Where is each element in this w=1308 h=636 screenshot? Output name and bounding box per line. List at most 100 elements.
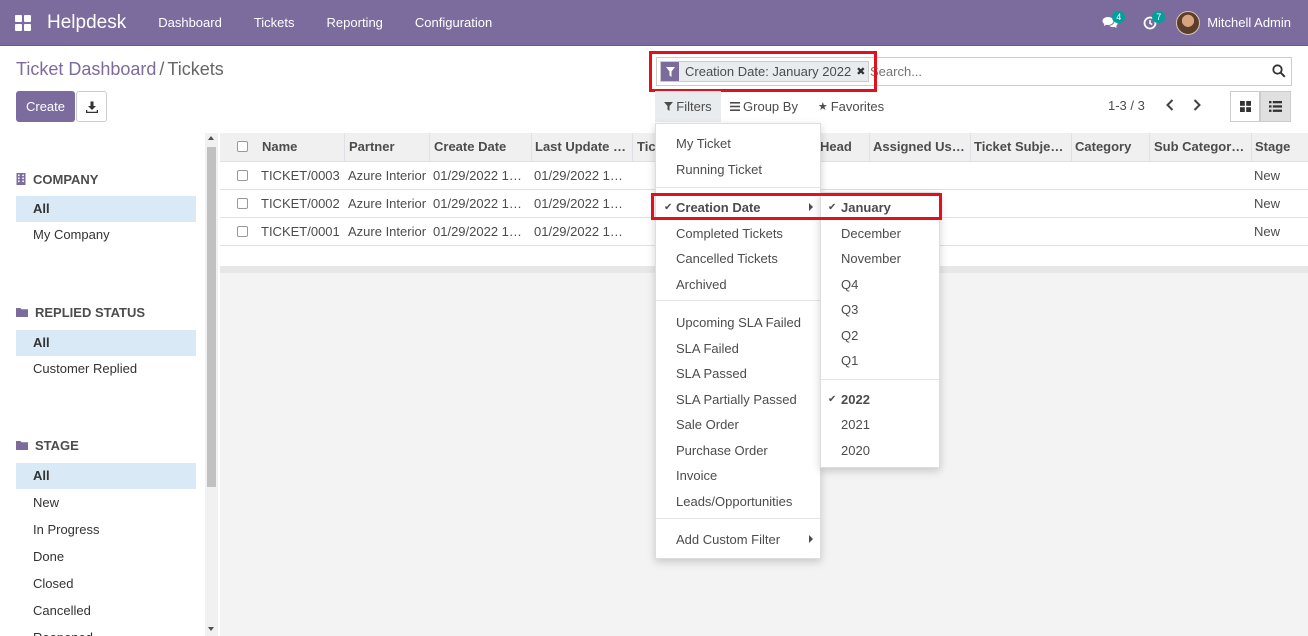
apps-menu-icon[interactable]	[0, 0, 46, 46]
stage-item-all[interactable]: All	[16, 463, 196, 489]
filter-sla-passed[interactable]: SLA Passed	[676, 366, 747, 381]
breadcrumb-parent[interactable]: Ticket Dashboard	[16, 59, 156, 79]
messages-button[interactable]: 4	[1090, 0, 1130, 46]
row-checkbox[interactable]	[237, 198, 248, 209]
user-name: Mitchell Admin	[1207, 15, 1291, 30]
nav-configuration[interactable]: Configuration	[399, 0, 508, 46]
filter-upcoming-sla-failed[interactable]: Upcoming SLA Failed	[676, 315, 801, 330]
company-section: COMPANY All My Company	[16, 169, 196, 248]
scroll-up-arrow-icon[interactable]	[208, 136, 214, 140]
company-header: COMPANY	[16, 169, 196, 189]
list-view-button[interactable]	[1260, 91, 1291, 122]
select-all-checkbox[interactable]	[237, 141, 248, 152]
option-2020[interactable]: 2020	[841, 443, 870, 458]
column-partner[interactable]: Partner	[345, 133, 430, 162]
breadcrumb: Ticket Dashboard / Tickets	[16, 59, 224, 80]
stage-item-closed[interactable]: Closed	[16, 570, 196, 597]
cell-stage: New	[1254, 224, 1281, 239]
download-icon	[85, 101, 98, 113]
column-category[interactable]: Category	[1071, 133, 1150, 162]
replied-status-section: REPLIED STATUS All Customer Replied	[16, 302, 196, 382]
pager-value[interactable]: 1-3 / 3	[1108, 98, 1145, 113]
replied-status-item-all[interactable]: All	[16, 330, 196, 356]
stage-item-done[interactable]: Done	[16, 543, 196, 570]
app-brand[interactable]: Helpdesk	[47, 12, 126, 34]
folder-icon	[16, 308, 28, 317]
option-2022[interactable]: 2022	[841, 392, 870, 407]
cell-name: TICKET/0002	[261, 196, 340, 211]
kanban-view-button[interactable]	[1230, 91, 1260, 122]
row-checkbox[interactable]	[237, 226, 248, 237]
chevron-left-icon	[1166, 99, 1174, 111]
filters-button[interactable]: Filters	[655, 91, 721, 122]
stage-item-in-progress[interactable]: In Progress	[16, 516, 196, 543]
option-q2[interactable]: Q2	[841, 328, 858, 343]
option-q4[interactable]: Q4	[841, 277, 858, 292]
stage-item-cancelled[interactable]: Cancelled	[16, 597, 196, 624]
sidebar-scrollbar[interactable]	[205, 133, 218, 636]
column-ticket-subject[interactable]: Ticket Subje…	[970, 133, 1072, 162]
filter-my-ticket[interactable]: My Ticket	[676, 136, 731, 151]
replied-status-item-customer-replied[interactable]: Customer Replied	[16, 356, 196, 382]
menu-divider	[656, 187, 820, 188]
column-head[interactable]: Head	[816, 133, 870, 162]
creation-date-submenu: ✔ January December November Q4 Q3 Q2 Q1 …	[820, 192, 940, 468]
bars-icon	[730, 102, 741, 111]
filter-running-ticket[interactable]: Running Ticket	[676, 162, 762, 177]
cell-last-update: 01/29/2022 1…	[534, 224, 623, 239]
filter-leads-opportunities[interactable]: Leads/Opportunities	[676, 494, 792, 509]
stage-item-reopened[interactable]: Reopened	[16, 624, 196, 636]
filter-sla-failed[interactable]: SLA Failed	[676, 341, 739, 356]
replied-status-header: REPLIED STATUS	[16, 302, 196, 322]
option-q3[interactable]: Q3	[841, 302, 858, 317]
add-custom-filter[interactable]: Add Custom Filter	[676, 532, 780, 547]
scrollbar-thumb[interactable]	[207, 147, 216, 487]
menu-divider	[656, 300, 820, 301]
replied-status-title: REPLIED STATUS	[35, 304, 146, 320]
cell-partner: Azure Interior	[348, 224, 427, 239]
company-item-all[interactable]: All	[16, 196, 196, 222]
group-by-label: Group By	[743, 99, 798, 114]
nav-reporting[interactable]: Reporting	[311, 0, 399, 46]
activities-button[interactable]: 7	[1130, 0, 1170, 46]
column-assigned-user[interactable]: Assigned Us…	[869, 133, 971, 162]
pager-next-button[interactable]	[1189, 95, 1205, 115]
pager-previous-button[interactable]	[1162, 95, 1178, 115]
filter-cancelled-tickets[interactable]: Cancelled Tickets	[676, 251, 778, 266]
cell-partner: Azure Interior	[348, 168, 427, 183]
favorites-button[interactable]: ★ Favorites	[810, 91, 892, 122]
folder-icon	[16, 441, 28, 450]
create-button[interactable]: Create	[16, 91, 75, 122]
chevron-right-icon	[1193, 99, 1201, 111]
stage-section: STAGE All New In Progress Done Closed Ca…	[16, 435, 196, 636]
scroll-down-arrow-icon[interactable]	[208, 627, 214, 631]
cell-last-update: 01/29/2022 1…	[534, 196, 623, 211]
download-button[interactable]	[76, 91, 107, 122]
filter-invoice[interactable]: Invoice	[676, 468, 717, 483]
group-by-button[interactable]: Group By	[723, 91, 805, 122]
company-item-my-company[interactable]: My Company	[16, 222, 196, 248]
search-icon[interactable]	[1272, 64, 1286, 78]
search-input[interactable]	[870, 64, 1250, 79]
row-checkbox[interactable]	[237, 170, 248, 181]
option-q1[interactable]: Q1	[841, 353, 858, 368]
column-stage[interactable]: Stage	[1251, 133, 1308, 162]
filter-sale-order[interactable]: Sale Order	[676, 417, 739, 432]
filter-archived[interactable]: Archived	[676, 277, 727, 292]
filter-purchase-order[interactable]: Purchase Order	[676, 443, 768, 458]
cell-stage: New	[1254, 168, 1281, 183]
nav-dashboard[interactable]: Dashboard	[142, 0, 238, 46]
stage-item-new[interactable]: New	[16, 489, 196, 516]
option-november[interactable]: November	[841, 251, 901, 266]
option-december[interactable]: December	[841, 226, 901, 241]
column-sub-category[interactable]: Sub Categor…	[1150, 133, 1252, 162]
company-title: COMPANY	[33, 171, 99, 187]
filter-sla-partially-passed[interactable]: SLA Partially Passed	[676, 392, 797, 407]
column-last-update[interactable]: Last Update …	[531, 133, 633, 162]
column-name[interactable]: Name	[258, 133, 345, 162]
filter-completed-tickets[interactable]: Completed Tickets	[676, 226, 783, 241]
nav-tickets[interactable]: Tickets	[238, 0, 311, 46]
option-2021[interactable]: 2021	[841, 417, 870, 432]
user-menu[interactable]: Mitchell Admin	[1176, 10, 1291, 35]
column-create-date[interactable]: Create Date	[430, 133, 532, 162]
